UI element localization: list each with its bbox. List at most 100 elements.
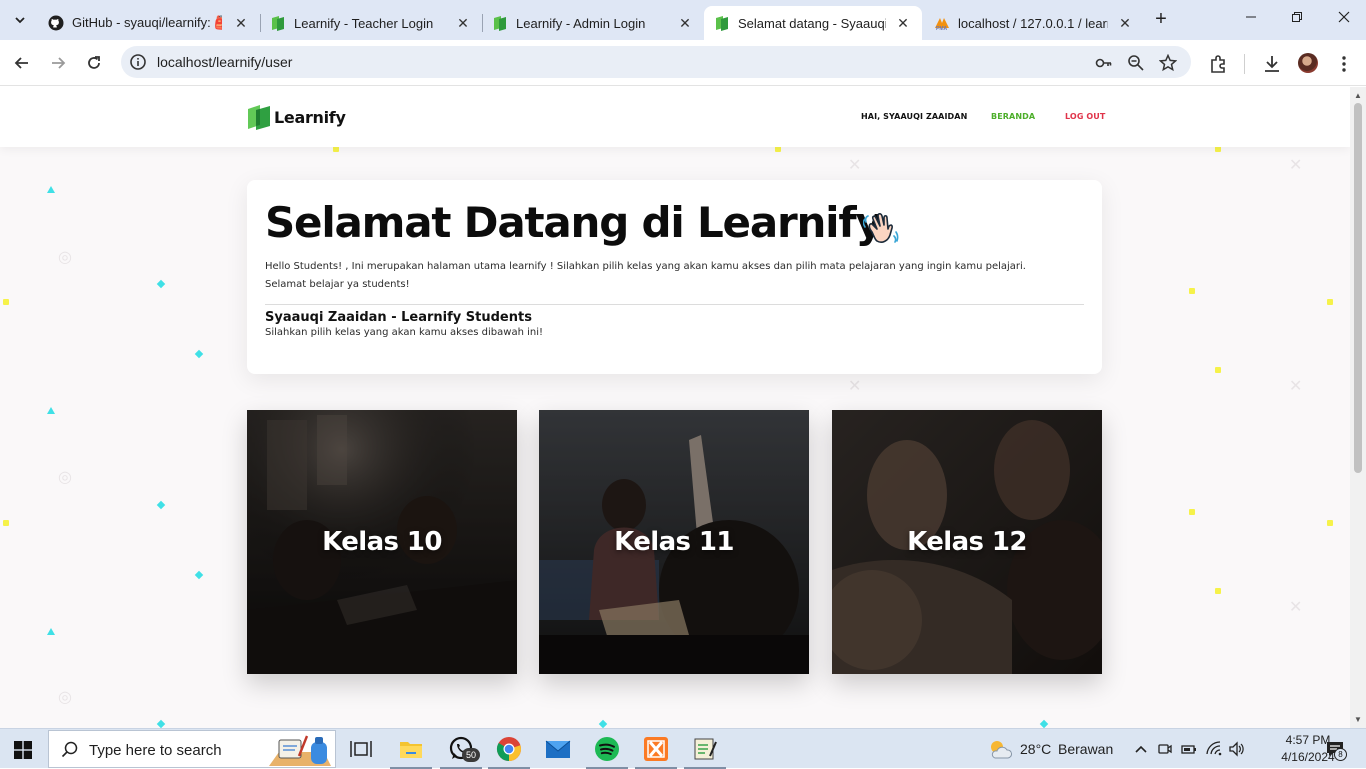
decor-circle: ◎ [58,689,72,706]
site-logo[interactable]: Learnify [247,103,346,131]
intro-line-2: Selamat belajar ya students! [265,279,410,290]
nav-home-link[interactable]: BERANDA [991,112,1035,121]
tab-teacher-login[interactable]: Learnify - Teacher Login ✕ [260,6,482,40]
restore-icon [1292,12,1302,22]
decor-diamond [1039,719,1049,728]
waving-hand-icon [863,212,899,243]
tab-title: Selamat datang - Syaauqi Zaaidan [738,15,886,31]
decor-cross: ✕ [1289,157,1303,174]
weather-condition[interactable]: Berawan [1058,741,1113,757]
tab-search-button[interactable] [8,8,32,32]
reload-button[interactable] [83,52,105,74]
class-card-12[interactable]: Kelas 12 [832,410,1102,674]
decor-cross: ✕ [1289,378,1303,395]
decor-diamond [156,500,166,510]
mail-icon [545,740,571,758]
minimize-button[interactable] [1241,10,1261,30]
wifi-icon[interactable] [1206,741,1222,757]
notification-center-button[interactable]: 8 [1326,740,1347,761]
decor-dot [3,520,9,526]
zoom-icon[interactable] [1127,54,1145,72]
learnify-icon [492,15,508,31]
page-scrollbar[interactable]: ▲ ▼ [1350,87,1366,728]
scroll-down-icon[interactable]: ▼ [1354,715,1362,724]
taskbar-search[interactable]: Type here to search [48,730,336,768]
decor-cross: ✕ [1289,599,1303,616]
weather-temperature[interactable]: 28°C [1020,741,1051,757]
decor-dot [1327,520,1333,526]
class-card-label: Kelas 12 [907,527,1027,557]
bookmark-star-icon[interactable] [1159,54,1177,72]
nav-logout-link[interactable]: LOG OUT [1065,112,1105,121]
battery-icon[interactable] [1181,741,1197,757]
notification-count: 8 [1334,748,1347,761]
taskbar-spotify[interactable] [586,734,628,769]
decor-cross: ✕ [848,157,862,174]
taskbar-notepad-app[interactable] [684,734,726,769]
back-button[interactable] [11,52,33,74]
close-tab-icon[interactable]: ✕ [1116,14,1134,32]
browser-tab-strip: GitHub - syauqi/learnify: 🎒 ✕ Learnify -… [0,0,1366,40]
taskbar-mail[interactable] [543,734,573,764]
tab-admin-login[interactable]: Learnify - Admin Login ✕ [482,6,704,40]
scrollbar-thumb[interactable] [1354,103,1362,473]
tab-selamat-datang[interactable]: Selamat datang - Syaauqi Zaaidan ✕ [704,6,922,40]
decor-dot [1189,509,1195,515]
learnify-icon [714,15,730,31]
minimize-icon [1246,16,1256,18]
menu-kebab-icon[interactable] [1334,54,1354,74]
nav-greeting: HAI, SYAAUQI ZAAIDAN [861,112,968,121]
url-text[interactable]: localhost/learnify/user [157,54,292,70]
github-icon [48,15,64,31]
task-view-icon [350,741,372,757]
profile-avatar[interactable] [1298,53,1318,73]
address-bar[interactable]: localhost/learnify/user [121,46,1191,78]
taskbar-xampp[interactable] [635,734,677,769]
decor-diamond [194,570,204,580]
decor-dot [1327,299,1333,305]
tab-title: Learnify - Teacher Login [294,15,434,31]
task-view-button[interactable] [346,734,376,764]
site-info-icon[interactable] [129,53,147,71]
folder-icon [400,742,422,758]
close-window-button[interactable] [1334,10,1354,30]
password-key-icon[interactable] [1095,54,1113,72]
close-tab-icon[interactable]: ✕ [894,14,912,32]
decor-triangle [47,628,55,635]
taskbar-file-explorer[interactable] [390,734,432,769]
restore-button[interactable] [1287,10,1307,30]
svg-text:PMA: PMA [936,26,948,31]
welcome-card: Selamat Datang di Learnify Hello Student… [247,180,1102,374]
decor-diamond [156,279,166,289]
intro-line-1: Hello Students! , Ini merupakan halaman … [265,261,1026,272]
close-icon [1338,11,1350,23]
close-tab-icon[interactable]: ✕ [676,14,694,32]
close-tab-icon[interactable]: ✕ [232,14,250,32]
page-viewport: ✕ ✕ ✕ ✕ ✕ ◎ ◎ ◎ Learnify HAI, SYAAUQI ZA… [0,87,1350,728]
close-tab-icon[interactable]: ✕ [454,14,472,32]
decor-dot [1215,588,1221,594]
meet-now-icon[interactable] [1157,741,1173,757]
tab-title: Learnify - Admin Login [516,15,646,31]
scroll-up-icon[interactable]: ▲ [1354,91,1362,100]
decor-circle: ◎ [58,469,72,486]
class-card-11[interactable]: Kelas 11 [539,410,809,674]
class-card-10[interactable]: Kelas 10 [247,410,517,674]
new-tab-button[interactable]: + [1150,9,1172,31]
forward-button[interactable] [47,52,69,74]
extensions-puzzle-icon[interactable] [1208,54,1228,74]
taskbar-whatsapp[interactable]: 50 [440,734,482,769]
decor-diamond [598,719,608,728]
windows-taskbar: Type here to search 50 28°C Berawan 4:57… [0,728,1366,769]
download-icon[interactable] [1262,54,1282,74]
tab-github[interactable]: GitHub - syauqi/learnify: 🎒 ✕ [38,6,260,40]
windows-start-icon[interactable] [14,741,32,759]
chevron-up-icon[interactable] [1133,741,1149,757]
taskbar-chrome[interactable] [488,734,530,769]
decor-triangle [47,186,55,193]
toolbar-divider [1244,54,1245,74]
tab-phpmyadmin[interactable]: PMA localhost / 127.0.0.1 / learnify ✕ [924,6,1144,40]
welcome-subtitle: Silahkan pilih kelas yang akan kamu akse… [265,327,544,338]
weather-cloudy-icon[interactable] [988,738,1012,760]
volume-icon[interactable] [1228,741,1244,757]
